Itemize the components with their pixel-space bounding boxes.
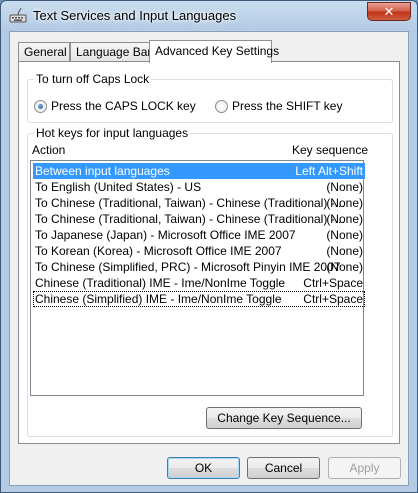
list-item-action: To Korean (Korea) - Microsoft Office IME… <box>35 244 282 258</box>
list-item-action: Chinese (Traditional) IME - Ime/NonIme T… <box>35 276 286 290</box>
caps-lock-group: To turn off Caps Lock Press the CAPS LOC… <box>27 72 393 123</box>
cancel-button[interactable]: Cancel <box>247 457 320 479</box>
window-title: Text Services and Input Languages <box>33 8 237 23</box>
ok-button[interactable]: OK <box>167 457 240 479</box>
list-item-sequence: Ctrl+Space <box>303 276 363 290</box>
list-item[interactable]: To Chinese (Simplified, PRC) - Microsoft… <box>33 259 365 275</box>
close-button[interactable]: ✕ <box>367 2 411 21</box>
dialog-window: Text Services and Input Languages ✕ Gene… <box>0 0 418 493</box>
list-item-action: To Chinese (Traditional, Taiwan) - Chine… <box>35 212 345 226</box>
list-item-sequence: (None) <box>326 212 363 226</box>
radio-shift-label[interactable]: Press the SHIFT key <box>232 99 342 113</box>
radio-caps-lock-label[interactable]: Press the CAPS LOCK key <box>51 99 196 113</box>
list-item[interactable]: To Japanese (Japan) - Microsoft Office I… <box>33 227 365 243</box>
hotkeys-group: Hot keys for input languages Action Key … <box>27 126 393 437</box>
list-item-sequence: (None) <box>326 244 363 258</box>
list-item-sequence: Ctrl+Space <box>303 292 363 306</box>
list-item-action: To Chinese (Traditional, Taiwan) - Chine… <box>35 196 345 210</box>
list-item-action: To English (United States) - US <box>35 180 202 194</box>
caps-lock-group-label: To turn off Caps Lock <box>34 72 152 86</box>
list-item[interactable]: Between input languages Left Alt+Shift <box>33 163 365 179</box>
list-item-action: To Chinese (Simplified, PRC) - Microsoft… <box>35 260 341 274</box>
column-header-action: Action <box>32 143 66 157</box>
tab-advanced-key-settings[interactable]: Advanced Key Settings <box>149 40 279 63</box>
radio-button-unchecked[interactable] <box>215 99 228 113</box>
keyboard-icon <box>9 7 27 23</box>
list-item-sequence: (None) <box>326 196 363 210</box>
list-item[interactable]: Chinese (Simplified) IME - Ime/NonIme To… <box>33 291 365 307</box>
list-item-action: To Japanese (Japan) - Microsoft Office I… <box>35 228 296 242</box>
apply-button[interactable]: Apply <box>328 457 401 479</box>
list-item-sequence: Left Alt+Shift <box>295 164 363 178</box>
list-item[interactable]: To Korean (Korea) - Microsoft Office IME… <box>33 243 365 259</box>
tab-language-bar[interactable]: Language Bar <box>70 42 151 62</box>
tab-general[interactable]: General <box>18 42 70 62</box>
list-item-action: Chinese (Simplified) IME - Ime/NonIme To… <box>35 292 282 306</box>
title-bar[interactable]: Text Services and Input Languages ✕ <box>1 1 417 31</box>
radio-button-checked[interactable] <box>34 99 47 113</box>
list-item-sequence: (None) <box>326 180 363 194</box>
list-item-action: Between input languages <box>35 164 170 178</box>
radio-caps-lock[interactable]: Press the CAPS LOCK key <box>34 98 196 114</box>
list-item-sequence: (None) <box>326 260 363 274</box>
column-header-key-sequence: Key sequence <box>291 143 368 157</box>
list-item-sequence: (None) <box>326 228 363 242</box>
list-item[interactable]: To Chinese (Traditional, Taiwan) - Chine… <box>33 211 365 227</box>
hotkeys-group-label: Hot keys for input languages <box>34 126 191 140</box>
list-item[interactable]: To Chinese (Traditional, Taiwan) - Chine… <box>33 195 365 211</box>
dialog-body: General Language Bar Advanced Key Settin… <box>9 31 409 486</box>
list-item[interactable]: To English (United States) - US (None) <box>33 179 365 195</box>
hotkeys-listbox[interactable]: Between input languages Left Alt+Shift T… <box>30 160 365 396</box>
tab-page-advanced: To turn off Caps Lock Press the CAPS LOC… <box>18 61 400 444</box>
list-item[interactable]: Chinese (Traditional) IME - Ime/NonIme T… <box>33 275 365 291</box>
radio-shift[interactable]: Press the SHIFT key <box>215 98 342 114</box>
change-key-sequence-button[interactable]: Change Key Sequence... <box>206 407 362 429</box>
